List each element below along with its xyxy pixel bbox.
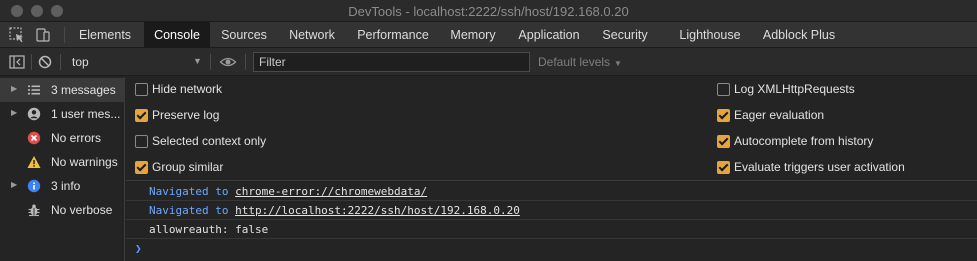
tab-adblock-plus[interactable]: Adblock Plus <box>752 22 846 48</box>
group-similar-checkbox[interactable] <box>135 161 148 174</box>
tab-console[interactable]: Console <box>144 22 210 48</box>
toolbar-separator <box>60 54 61 70</box>
tab-lighthouse[interactable]: Lighthouse <box>668 22 752 48</box>
toolbar-separator <box>31 54 32 70</box>
sidebar-item-user-messages[interactable]: ▶ 1 user mes... <box>0 102 125 126</box>
eager-evaluation-label: Eager evaluation <box>734 108 825 122</box>
navigation-link[interactable]: chrome-error://chromewebdata/ <box>235 185 427 198</box>
log-levels-dropdown[interactable]: Default levels ▼ <box>538 55 622 69</box>
toolbar-separator <box>245 54 246 70</box>
tab-application[interactable]: Application <box>506 22 592 48</box>
filter-input[interactable] <box>253 52 530 72</box>
console-message: allowreauth: false <box>126 220 977 239</box>
log-xmlhttprequests-checkbox[interactable] <box>717 83 730 96</box>
window-title: DevTools - localhost:2222/ssh/host/192.1… <box>348 4 629 19</box>
show-sidebar-icon[interactable] <box>8 53 26 71</box>
preserve-log-checkbox[interactable] <box>135 109 148 122</box>
console-prompt-chevron-icon[interactable]: ❯ <box>135 242 142 255</box>
log-message-text: allowreauth: false <box>149 223 269 236</box>
evaluate-triggers-user-activation-checkbox[interactable] <box>717 161 730 174</box>
tab-sources[interactable]: Sources <box>210 22 278 48</box>
eager-evaluation-checkbox[interactable] <box>717 109 730 122</box>
sidebar-item-info[interactable]: ▶ 3 info <box>0 174 125 198</box>
title-bar: DevTools - localhost:2222/ssh/host/192.1… <box>0 0 977 22</box>
sidebar-item-warnings[interactable]: No warnings <box>0 150 125 174</box>
console-toolbar: top ▼ Default levels▼ <box>0 48 977 76</box>
expand-arrow-icon[interactable]: ▶ <box>11 108 17 117</box>
warning-icon <box>27 156 41 168</box>
log-xmlhttprequests-label: Log XMLHttpRequests <box>734 82 855 96</box>
tab-network[interactable]: Network <box>278 22 346 48</box>
clear-console-icon[interactable] <box>36 53 54 71</box>
sidebar-item-label: 1 user mes... <box>51 107 121 121</box>
console-message: Navigated to chrome-error://chromewebdat… <box>126 182 977 201</box>
context-dropdown-arrow-icon[interactable]: ▼ <box>193 56 202 66</box>
navigation-prefix: Navigated to <box>149 204 236 217</box>
error-icon <box>27 131 41 145</box>
autocomplete-from-history-label: Autocomplete from history <box>734 134 874 148</box>
tab-elements[interactable]: Elements <box>66 22 144 48</box>
tab-security[interactable]: Security <box>592 22 658 48</box>
sidebar-item-label: No warnings <box>51 155 118 169</box>
expand-arrow-icon[interactable]: ▶ <box>11 180 17 189</box>
preserve-log-label: Preserve log <box>152 108 220 122</box>
tab-separator <box>64 27 65 43</box>
log-levels-label: Default levels <box>538 55 611 69</box>
sidebar-item-errors[interactable]: No errors <box>0 126 125 150</box>
tab-performance[interactable]: Performance <box>346 22 440 48</box>
navigation-prefix: Navigated to <box>149 185 236 198</box>
inspect-element-icon[interactable] <box>8 26 26 44</box>
chevron-down-icon: ▼ <box>614 59 622 68</box>
sidebar-item-label: No errors <box>51 131 102 145</box>
info-icon <box>27 179 41 193</box>
user-icon <box>27 107 41 121</box>
device-toolbar-icon[interactable] <box>34 26 52 44</box>
sidebar-item-label: 3 messages <box>51 83 116 97</box>
evaluate-triggers-user-activation-label: Evaluate triggers user activation <box>734 160 905 174</box>
bug-icon <box>28 204 40 217</box>
toolbar-separator <box>210 54 211 70</box>
console-message: Navigated to http://localhost:2222/ssh/h… <box>126 201 977 220</box>
sidebar-item-verbose[interactable]: No verbose <box>0 198 125 222</box>
navigation-link[interactable]: http://localhost:2222/ssh/host/192.168.0… <box>235 204 520 217</box>
autocomplete-from-history-checkbox[interactable] <box>717 135 730 148</box>
list-icon <box>28 85 40 95</box>
selected-context-only-checkbox[interactable] <box>135 135 148 148</box>
selected-context-only-label: Selected context only <box>152 134 267 148</box>
sidebar-item-label: No verbose <box>51 203 113 217</box>
devtools-tab-bar: Elements Console Sources Network Perform… <box>0 22 977 48</box>
hide-network-checkbox[interactable] <box>135 83 148 96</box>
group-similar-label: Group similar <box>152 160 224 174</box>
live-expression-eye-icon[interactable] <box>219 53 237 71</box>
sidebar-item-label: 3 info <box>51 179 81 193</box>
console-sidebar: ▶ 3 messages ▶ 1 user mes... No errors N… <box>0 77 125 261</box>
context-selector[interactable]: top <box>72 55 89 69</box>
sidebar-item-messages[interactable]: ▶ 3 messages <box>0 78 125 102</box>
console-messages: Navigated to chrome-error://chromewebdat… <box>126 182 977 261</box>
console-settings-pane: Hide network Preserve log Selected conte… <box>126 77 977 181</box>
hide-network-label: Hide network <box>152 82 223 96</box>
tab-memory[interactable]: Memory <box>440 22 506 48</box>
expand-arrow-icon[interactable]: ▶ <box>11 84 17 93</box>
